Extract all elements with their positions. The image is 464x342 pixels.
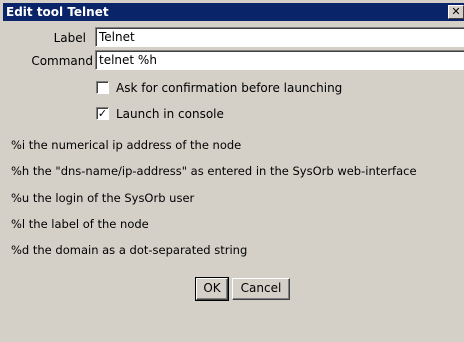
dialog-title: Edit tool Telnet	[6, 5, 109, 19]
help-line-login: %u the login of the SysOrb user	[11, 191, 195, 205]
edit-tool-dialog: Edit tool Telnet ✕ Label Telnet Command …	[0, 0, 464, 342]
cancel-button[interactable]: Cancel	[232, 278, 290, 300]
help-line-label: %l the label of the node	[11, 217, 149, 231]
confirm-option[interactable]: Ask for confirmation before launching	[96, 80, 426, 96]
command-field[interactable]: telnet %h	[95, 50, 464, 70]
ok-button[interactable]: OK	[195, 277, 229, 301]
close-icon: ✕	[451, 5, 461, 18]
help-line-dns: %h the "dns-name/ip-address" as entered …	[11, 164, 417, 178]
command-caption: Command	[31, 54, 93, 68]
label-field[interactable]: Telnet	[95, 27, 464, 47]
confirm-checkbox[interactable]	[96, 81, 109, 94]
label-caption: Label	[53, 31, 86, 45]
title-bar[interactable]: Edit tool Telnet ✕	[3, 3, 464, 21]
console-checkbox[interactable]: ✓	[96, 107, 109, 120]
help-line-ip: %i the numerical ip address of the node	[11, 138, 242, 152]
help-line-domain: %d the domain as a dot-separated string	[11, 243, 248, 257]
confirm-checkbox-label: Ask for confirmation before launching	[116, 81, 343, 95]
console-checkbox-label: Launch in console	[116, 107, 224, 121]
console-option[interactable]: ✓ Launch in console	[96, 106, 296, 122]
close-button[interactable]: ✕	[448, 5, 464, 19]
